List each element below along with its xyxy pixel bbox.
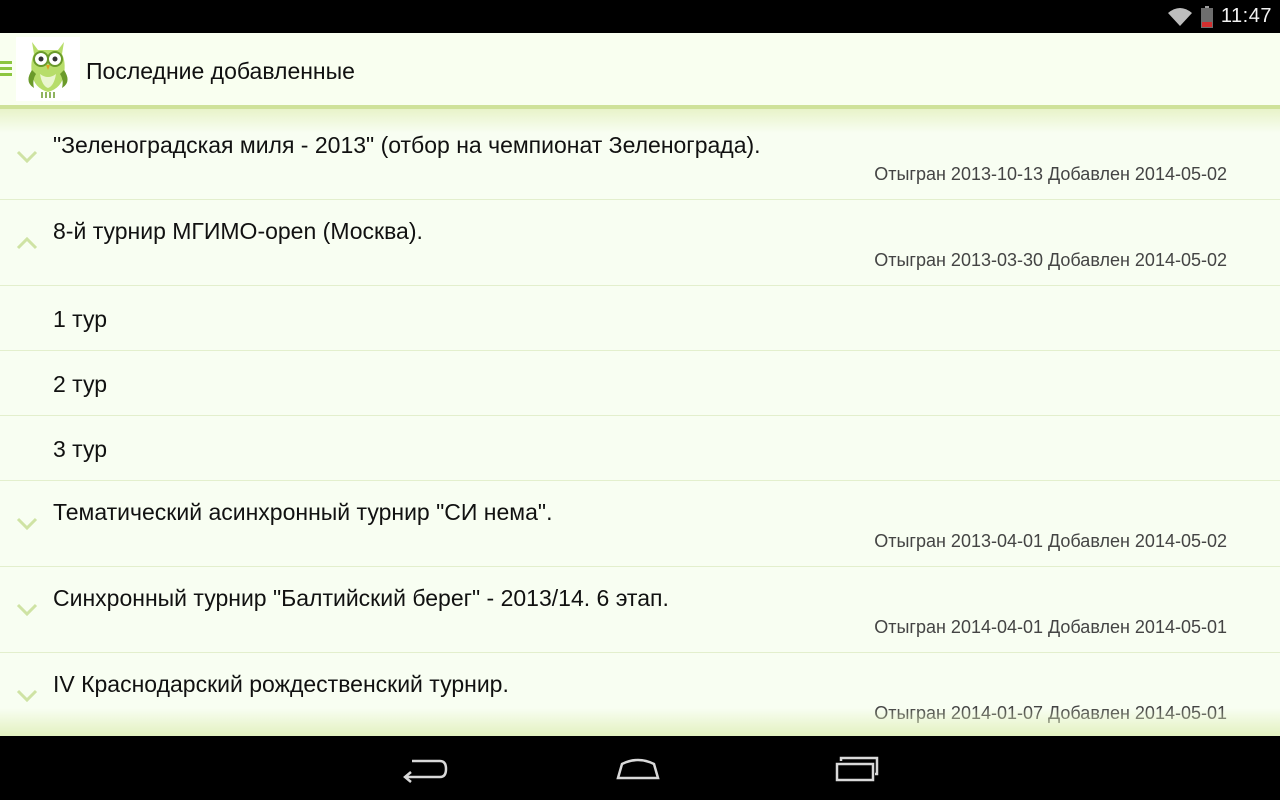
chevron-up-icon xyxy=(16,236,38,250)
child-title: 3 тур xyxy=(53,436,108,462)
content-area: "Зеленоградская миля - 2013" (отбор на ч… xyxy=(0,109,1280,736)
group-meta: Отыгран 2014-01-07 Добавлен 2014-05-01 xyxy=(874,703,1227,723)
page-title: Последние добавленные xyxy=(86,58,355,84)
group-meta: Отыгран 2013-04-01 Добавлен 2014-05-02 xyxy=(874,531,1227,551)
child-title: 1 тур xyxy=(53,306,108,332)
app-logo xyxy=(16,37,80,101)
list-group-row[interactable]: Синхронный турнир "Балтийский берег" - 2… xyxy=(0,567,1280,653)
status-bar: 11:47 xyxy=(0,0,1280,33)
list-group-row[interactable]: Тематический асинхронный турнир "СИ нема… xyxy=(0,481,1280,567)
group-title: Тематический асинхронный турнир "СИ нема… xyxy=(53,499,553,525)
chevron-down-icon xyxy=(16,150,38,164)
group-meta: Отыгран 2014-04-01 Добавлен 2014-05-01 xyxy=(874,617,1227,637)
group-title: Синхронный турнир "Балтийский берег" - 2… xyxy=(53,585,669,611)
chevron-down-icon xyxy=(16,689,38,703)
action-bar: Последние добавленные xyxy=(0,33,1280,109)
menu-icon xyxy=(0,61,12,76)
list-group-row[interactable]: IV Краснодарский рождественский турнир. … xyxy=(0,653,1280,736)
child-title: 2 тур xyxy=(53,371,108,397)
list-group-row[interactable]: 8-й турнир МГИМО-open (Москва). Отыгран … xyxy=(0,200,1280,286)
group-title: 8-й турнир МГИМО-open (Москва). xyxy=(53,218,423,244)
list-child-row[interactable]: 3 тур xyxy=(0,416,1280,481)
status-icons: 11:47 xyxy=(1167,0,1272,33)
list-child-row[interactable]: 1 тур xyxy=(0,286,1280,351)
list-child-row[interactable]: 2 тур xyxy=(0,351,1280,416)
back-icon[interactable] xyxy=(400,754,448,784)
home-icon[interactable] xyxy=(614,754,662,784)
group-title: "Зеленоградская миля - 2013" (отбор на ч… xyxy=(53,132,761,158)
recents-icon[interactable] xyxy=(833,754,881,784)
chevron-down-icon xyxy=(16,603,38,617)
drawer-toggle-button[interactable] xyxy=(0,33,80,105)
battery-icon xyxy=(1200,5,1213,28)
chevron-down-icon xyxy=(16,517,38,531)
owl-logo-icon xyxy=(28,42,68,98)
group-title: IV Краснодарский рождественский турнир. xyxy=(53,671,509,697)
status-clock: 11:47 xyxy=(1220,5,1272,27)
group-meta: Отыгран 2013-03-30 Добавлен 2014-05-02 xyxy=(874,250,1227,270)
list-group-row[interactable]: "Зеленоградская миля - 2013" (отбор на ч… xyxy=(0,114,1280,200)
tournament-list[interactable]: "Зеленоградская миля - 2013" (отбор на ч… xyxy=(0,114,1280,736)
navigation-bar xyxy=(0,736,1280,800)
group-meta: Отыгран 2013-10-13 Добавлен 2014-05-02 xyxy=(874,164,1227,184)
wifi-icon xyxy=(1167,7,1192,26)
